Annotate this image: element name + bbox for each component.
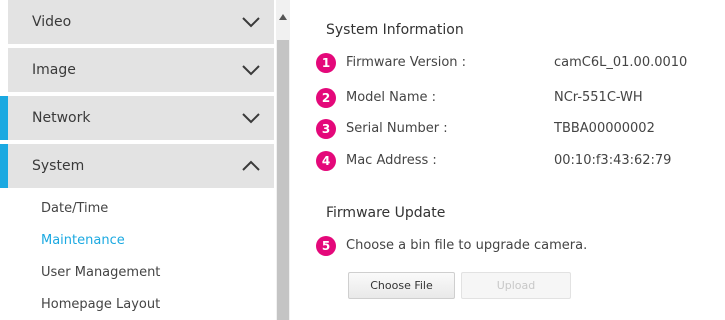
number-badge: 4 bbox=[316, 151, 336, 171]
number-badge: 2 bbox=[316, 88, 336, 108]
menu-image-label: Image bbox=[32, 62, 76, 78]
model-name-value: NCr-551C-WH bbox=[554, 90, 643, 105]
chevron-down-icon bbox=[242, 17, 260, 28]
menu-system-label: System bbox=[32, 158, 85, 174]
chevron-up-icon bbox=[242, 160, 260, 171]
menu-network-label: Network bbox=[32, 110, 91, 126]
main-panel: System Information 1 Firmware Version : … bbox=[290, 0, 725, 320]
choose-file-button[interactable]: Choose File bbox=[348, 272, 455, 299]
firmware-update-instruction-row: 5 Choose a bin file to upgrade camera. bbox=[316, 236, 716, 258]
firmware-update-title: Firmware Update bbox=[326, 205, 446, 221]
submenu-maintenance[interactable]: Maintenance bbox=[41, 233, 125, 248]
upload-button[interactable]: Upload bbox=[461, 272, 571, 299]
firmware-update-instruction: Choose a bin file to upgrade camera. bbox=[346, 238, 588, 253]
serial-number-value: TBBA00000002 bbox=[554, 121, 655, 136]
number-badge: 3 bbox=[316, 119, 336, 139]
scroll-up-button[interactable] bbox=[276, 0, 290, 40]
submenu-homepage-layout[interactable]: Homepage Layout bbox=[41, 297, 160, 312]
submenu-date-time[interactable]: Date/Time bbox=[41, 201, 108, 216]
chevron-down-icon bbox=[242, 113, 260, 124]
menu-video-label: Video bbox=[32, 14, 72, 30]
number-badge: 5 bbox=[316, 236, 336, 256]
number-badge: 1 bbox=[316, 53, 336, 73]
serial-number-label: Serial Number : bbox=[346, 121, 448, 136]
menu-system[interactable]: System bbox=[0, 144, 274, 190]
firmware-version-value: camC6L_01.00.0010 bbox=[554, 55, 688, 70]
chevron-down-icon bbox=[242, 65, 260, 76]
info-row-mac-address: 4 Mac Address : 00:10:f3:43:62:79 bbox=[316, 151, 716, 173]
firmware-version-label: Firmware Version : bbox=[346, 55, 467, 70]
sidebar: Video Image Network System Date/Time Mai… bbox=[0, 0, 275, 320]
info-row-serial-number: 3 Serial Number : TBBA00000002 bbox=[316, 119, 716, 141]
triangle-up-icon bbox=[279, 14, 287, 20]
info-row-firmware-version: 1 Firmware Version : camC6L_01.00.0010 bbox=[316, 53, 716, 75]
mac-address-label: Mac Address : bbox=[346, 153, 437, 168]
menu-video[interactable]: Video bbox=[8, 0, 274, 46]
sidebar-scrollbar[interactable] bbox=[276, 0, 290, 320]
model-name-label: Model Name : bbox=[346, 90, 437, 105]
scroll-thumb[interactable] bbox=[277, 40, 289, 320]
menu-network[interactable]: Network bbox=[0, 96, 274, 142]
menu-image[interactable]: Image bbox=[8, 48, 274, 94]
submenu-user-management[interactable]: User Management bbox=[41, 265, 160, 280]
info-row-model-name: 2 Model Name : NCr-551C-WH bbox=[316, 88, 716, 110]
system-information-title: System Information bbox=[326, 22, 464, 38]
mac-address-value: 00:10:f3:43:62:79 bbox=[554, 153, 672, 168]
